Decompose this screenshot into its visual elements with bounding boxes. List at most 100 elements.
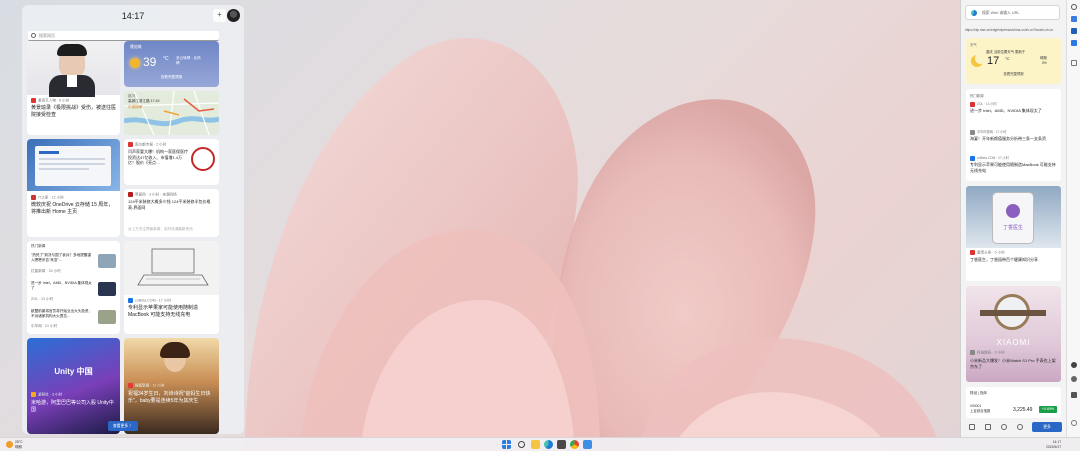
stock-code: 000001 上证综合指数 <box>970 404 991 413</box>
source-icon <box>970 350 975 355</box>
news-title: 丁香医生，丁香园带百个健康知识分享 <box>970 257 1038 262</box>
see-more-button[interactable]: 查看更多 〉 <box>108 421 138 431</box>
panel-footer: 更多 <box>965 421 1063 433</box>
list-item[interactable]: "热死了"到决与国了哀兵？多地提醒谨入嗯嗯讯告"来变"... 红星新闻 · 33… <box>31 253 116 277</box>
stock-value: 3,225.49 <box>1013 407 1033 413</box>
source-icon <box>128 192 133 197</box>
hot-news-card[interactable]: 热门新闻 "热死了"到决与国了哀兵？多地提醒谨入嗯嗯讯告"来变"... 红星新闻… <box>27 241 120 334</box>
weather-forecast-link[interactable]: 查看完整预报 <box>966 71 1061 76</box>
weather-forecast-link[interactable]: 查看完整预报 <box>124 75 219 80</box>
news-image: Unity 中国 <box>27 338 120 434</box>
search-placeholder: 搜索网页 <box>39 33 55 38</box>
news-card-3[interactable]: IT之家 · 12 小时 微软庆祝 OneDrive 云存储 15 周年，将推出… <box>27 139 120 237</box>
traffic-status: 中度拥堵 <box>128 105 143 109</box>
weather-label: 天气 <box>970 43 977 47</box>
add-icon[interactable] <box>1071 60 1077 66</box>
office-icon[interactable] <box>1071 40 1077 46</box>
taskbar-clock[interactable]: 14:17 2022/6/17 <box>1046 440 1061 449</box>
edge-icon <box>971 10 977 16</box>
map-icon[interactable] <box>1071 392 1077 398</box>
news-card-9[interactable]: 搜狐新闻 · 11 小时 祝福34岁生日，刘诗诗祝"爸妈生日快乐"，baby要是… <box>124 338 219 434</box>
list-item[interactable]: 进一步 Intel、AMD、NVIDIA 集体现太了 ZOL · 13 小时 <box>31 281 116 305</box>
start-icon[interactable] <box>502 440 511 449</box>
store-icon[interactable] <box>557 440 566 449</box>
news-card-dxy[interactable]: 丁香医生 鹿宝头条 · 5 小时 丁香医生，丁香园带百个健康知识分享 <box>966 186 1061 281</box>
weather-unit: °C <box>1005 56 1010 61</box>
news-card-4[interactable]: 南方都市报 · 2 小时 闫声家要大爆！机构一家医保医疗投资达47亿收入、市值增… <box>124 139 219 185</box>
list-item[interactable]: ZOL · 13 小时 进一步 Intel、AMD、NVIDIA 集体现太了 <box>966 101 1061 125</box>
settings-icon[interactable] <box>1017 424 1023 430</box>
outlook-icon[interactable] <box>1071 28 1077 34</box>
source-icon <box>970 129 975 135</box>
stock-change: +0.69% <box>1039 406 1057 413</box>
source-icon <box>970 101 975 107</box>
file-explorer-icon[interactable] <box>531 440 540 449</box>
news-card-0[interactable]: 爱奇艺人物 · 6 小时 黄景瑜录《极限挑战》受伤，被送往医院接受检查 <box>27 41 120 135</box>
refresh-icon[interactable] <box>1001 424 1007 430</box>
share-icon[interactable] <box>985 424 991 430</box>
address-bar[interactable]: https://ntp.msn.cn/edge/ntp/news/china-c… <box>965 28 1063 32</box>
weather-temp: 39 <box>143 55 157 69</box>
news-image: 丁香医生 <box>966 186 1061 248</box>
search-icon <box>31 33 36 38</box>
search-icon[interactable] <box>518 441 525 448</box>
news-title: 米哈游，阿里巴巴等公司入股 Unity中国 <box>31 400 114 413</box>
source-icon <box>128 383 133 388</box>
traffic-card[interactable]: 路况 高城江滨江路 17:49 中度拥堵 <box>124 91 219 135</box>
news-image <box>27 41 120 97</box>
traffic-title: 高城江滨江路 17:49 <box>128 99 160 103</box>
add-widget-button[interactable]: + <box>213 9 226 22</box>
news-title: 闫声家要大爆！机构一家医保医疗投资达47亿收入、市值增1.4万亿！股价《亮点… <box>128 149 188 165</box>
app-icon[interactable] <box>583 440 592 449</box>
news-title: 小米新品大爆发！小米Watch S1 Pro 手表也上架京东了 <box>970 358 1056 369</box>
stock-card[interactable]: 财经 | 指年 000001 上证综合指数 3,225.49 +0.69% <box>966 387 1061 418</box>
weather-card[interactable]: 天气 重庆 当前位置天气 更新于 17 °C 晴朗 0% 查看完整预报 <box>966 38 1061 84</box>
weather-icon[interactable] <box>6 441 13 448</box>
taskbar: 28°C 晴朗 14:17 2022/6/17 <box>0 437 1080 451</box>
news-title: 专利显示苹果家可能使用随制造MacBook 可能支持无线充电 <box>128 305 199 318</box>
list-item[interactable]: cnBeta.COM · 17 小时 专利显示苹果可能使用随制造MacBook … <box>966 155 1061 181</box>
news-card-7[interactable]: cnBeta.COM · 17 小时 专利显示苹果家可能使用随制造MacBook… <box>124 241 219 334</box>
music-icon[interactable] <box>1071 376 1077 382</box>
news-image <box>124 241 219 295</box>
traffic-map <box>124 91 219 135</box>
edge-icon[interactable] <box>544 440 553 449</box>
list-item[interactable]: 欧盟前景将官员将开始业出大头投资，不诉诸家机构大火提拉... 中华网 · 21 … <box>31 309 116 331</box>
game-icon[interactable] <box>1071 362 1077 368</box>
hot-news-header: 热门新闻 <box>970 94 984 98</box>
xiaomi-banner: XIAOMI <box>996 338 1031 347</box>
avatar[interactable] <box>227 9 240 22</box>
source-icon <box>128 142 133 147</box>
news-footer: 点上方关注界面新闻，实时传递最新资讯 <box>128 227 193 231</box>
weather-temp: 17 <box>987 55 1000 67</box>
edit-icon[interactable] <box>969 424 975 430</box>
search-icon[interactable] <box>1071 4 1077 10</box>
chrome-icon[interactable] <box>570 440 579 449</box>
weather-location: 重庆 当前位置天气 更新于 <box>986 50 1026 54</box>
news-card-8[interactable]: Unity 中国 游研社 · 3 小时 米哈游，阿里巴巴等公司入股 Unity中… <box>27 338 120 434</box>
more-button[interactable]: 更多 <box>1032 422 1062 432</box>
search-input[interactable]: 搜索网页 <box>28 31 219 41</box>
panel-settings-icon[interactable] <box>1071 420 1077 426</box>
news-thumbnail <box>98 254 116 268</box>
news-title: 黄景瑜录《极限挑战》受伤，被送往医院接受检查 <box>31 105 117 118</box>
stock-header: 财经 | 指年 <box>970 391 988 395</box>
widgets-panel: 14:17 + 搜索网页 爱奇艺人物 · 6 小时 黄景瑜录《极限挑战》受伤，被… <box>22 5 244 434</box>
source-icon <box>31 195 36 200</box>
edge-toolbar <box>1066 0 1080 437</box>
source-icon <box>128 298 133 303</box>
moon-icon <box>971 53 986 67</box>
news-image <box>27 139 120 191</box>
news-card-5[interactable]: 界面网 · 3 小时 · 来源网络 124平米装修大概多少钱 124平米装修半包… <box>124 189 219 237</box>
list-item[interactable]: 中华时报网 · 17 小时 海宴！开年新颜值服务分析带三条一支条资 <box>966 129 1061 153</box>
edge-search-input[interactable]: 搜索 Web 或输入 URL <box>965 5 1060 20</box>
news-card-xiaomi[interactable]: XIAOMI 科技数码 · 9 小时 小米新品大爆发！小米Watch S1 Pr… <box>966 286 1061 382</box>
weather-card[interactable]: 雅加城 39 °C 多云转晴 · 北风 晴 查看完整预报 <box>124 41 219 87</box>
news-title: 祝福34岁生日，刘诗诗祝"爸妈生日快乐"，baby要是连续5年为其庆生 <box>128 391 211 404</box>
edge-sidebar-panel: 搜索 Web 或输入 URL https://ntp.msn.cn/edge/n… <box>960 0 1066 437</box>
hot-news-header: 热门新闻 <box>31 244 46 248</box>
collections-icon[interactable] <box>1071 16 1077 22</box>
taskbar-weather[interactable]: 28°C 晴朗 <box>15 440 23 449</box>
news-thumbnail <box>98 310 116 324</box>
hot-news-card[interactable]: 热门新闻 ZOL · 13 小时 进一步 Intel、AMD、NVIDIA 集体… <box>966 89 1061 181</box>
